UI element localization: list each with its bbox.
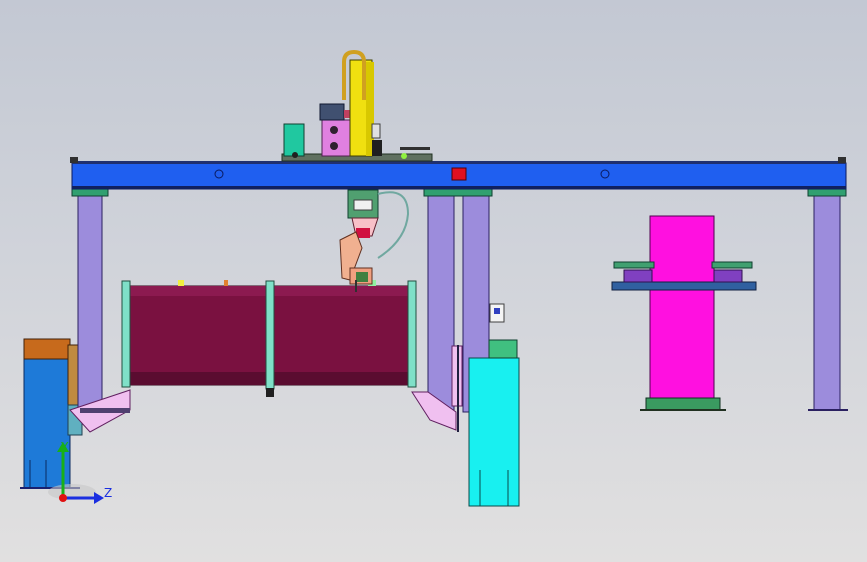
gantry-welding-machine-model bbox=[20, 49, 848, 507]
z-axis-label: Z bbox=[104, 486, 113, 500]
right-gantry-column[interactable] bbox=[807, 187, 848, 411]
headstock-cap bbox=[23, 338, 71, 360]
right-positioner[interactable] bbox=[611, 215, 757, 411]
beam-red-clamp bbox=[451, 167, 467, 181]
carriage-teal-box bbox=[283, 123, 305, 157]
welding-wire-hose bbox=[377, 191, 410, 259]
magenta-tower bbox=[649, 215, 715, 401]
workpiece-ring-right bbox=[407, 280, 417, 388]
cylindrical-workpiece[interactable] bbox=[121, 280, 417, 397]
workpiece-ring-left bbox=[121, 280, 131, 388]
carriage-motor-box bbox=[321, 119, 351, 157]
triad-origin bbox=[59, 494, 67, 502]
cad-viewport[interactable]: Y Z bbox=[0, 0, 867, 562]
welding-head-assembly[interactable] bbox=[339, 189, 410, 292]
left-gantry-column[interactable] bbox=[69, 187, 131, 433]
vertical-mast[interactable] bbox=[342, 49, 382, 157]
workpiece-ring-middle bbox=[265, 280, 275, 390]
cyan-pedestal[interactable] bbox=[468, 339, 520, 507]
gantry-main-beam[interactable] bbox=[70, 157, 847, 190]
y-axis-label: Y bbox=[61, 440, 69, 454]
